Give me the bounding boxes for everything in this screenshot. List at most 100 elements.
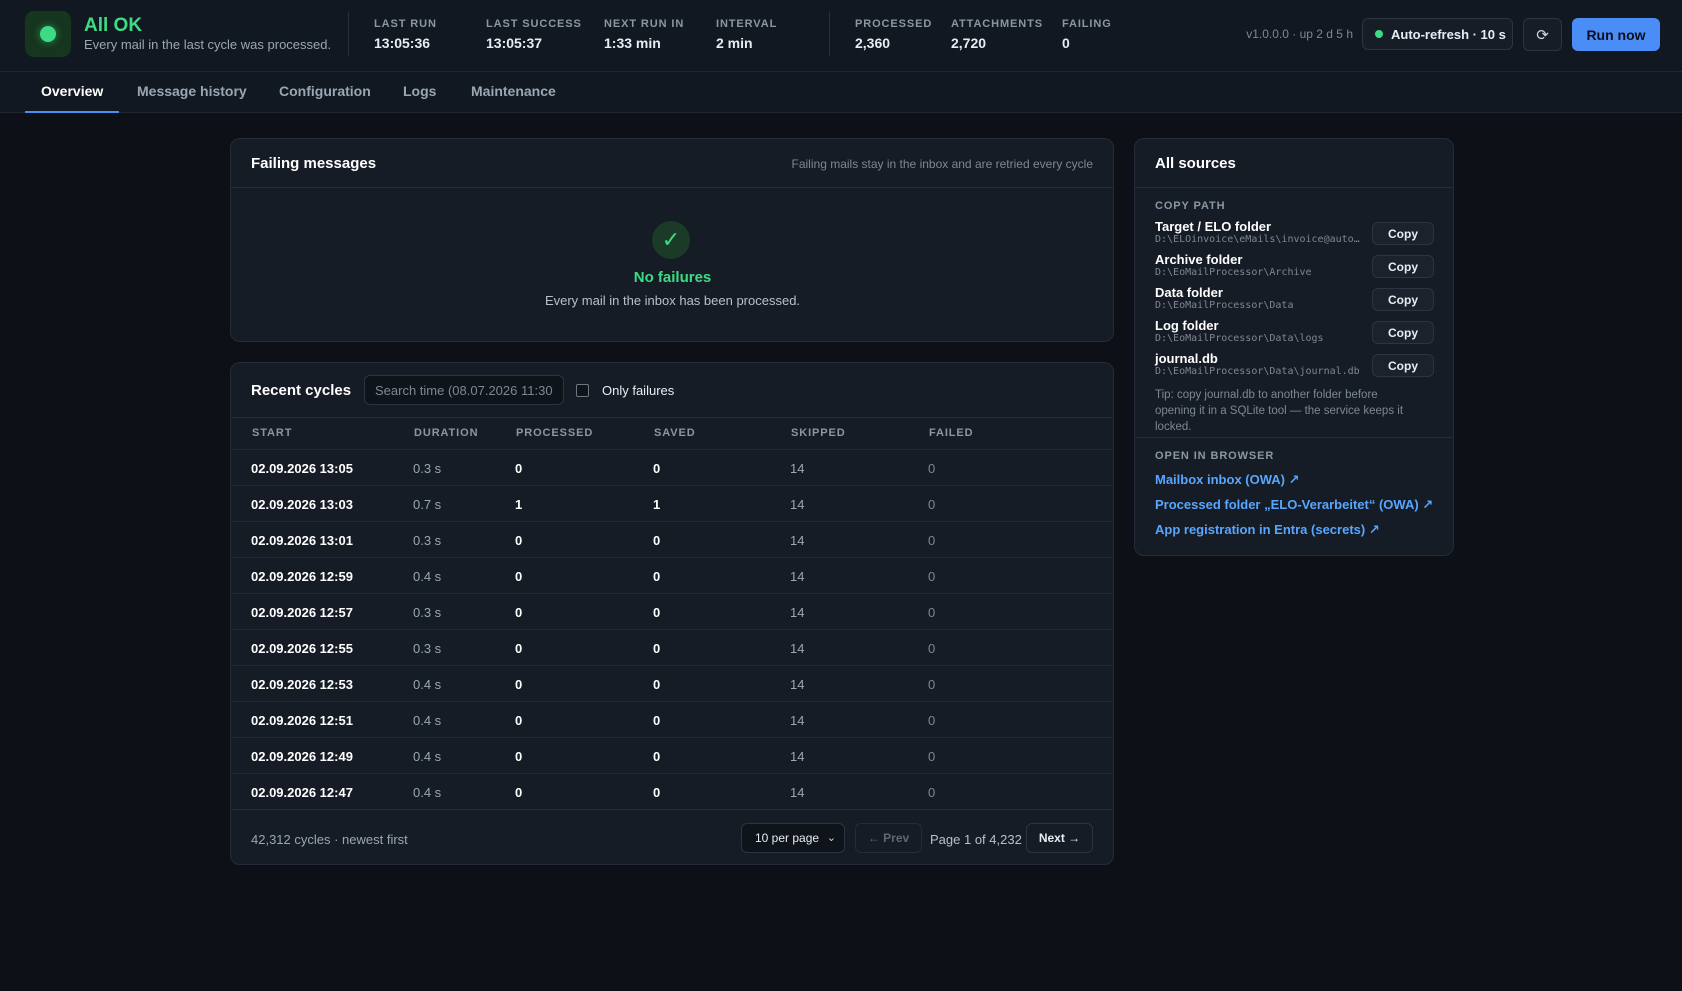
table-row[interactable]: 02.09.2026 13:05 0.3 s 0 0 14 0 — [231, 449, 1112, 485]
cell-processed: 0 — [515, 641, 523, 656]
copy-path-section-label: COPY PATH — [1155, 200, 1226, 212]
link-processed-folder[interactable]: Processed folder „ELO-Verarbeitet“ (OWA)… — [1155, 497, 1433, 513]
per-page-select[interactable]: 10 per page ⌄ — [741, 823, 845, 853]
column-header-processed: PROCESSED — [516, 427, 594, 439]
table-row[interactable]: 02.09.2026 12:53 0.4 s 0 0 14 0 — [231, 665, 1112, 701]
cell-saved: 0 — [653, 569, 661, 584]
cell-skipped: 14 — [790, 533, 805, 548]
cell-failed: 0 — [928, 461, 936, 476]
tab-message-history[interactable]: Message history — [121, 72, 263, 113]
cell-duration: 0.7 s — [413, 497, 442, 512]
table-row[interactable]: 02.09.2026 12:59 0.4 s 0 0 14 0 — [231, 557, 1112, 593]
source-path: D:\EoMailProcessor\Archive — [1155, 267, 1312, 278]
failing-messages-card: Failing messages Failing mails stay in t… — [230, 138, 1114, 342]
stat-label: LAST SUCCESS — [486, 18, 582, 30]
cell-skipped: 14 — [790, 641, 805, 656]
cell-saved: 0 — [653, 641, 661, 656]
cell-duration: 0.4 s — [413, 785, 442, 800]
next-page-button[interactable]: Next → — [1026, 823, 1093, 853]
tab-configuration[interactable]: Configuration — [263, 72, 387, 113]
chevron-down-icon: ⌄ — [826, 832, 836, 844]
copy-button[interactable]: Copy — [1372, 222, 1434, 245]
cell-failed: 0 — [928, 749, 936, 764]
source-path: D:\EoMailProcessor\Data — [1155, 300, 1294, 311]
tab-logs[interactable]: Logs — [387, 72, 452, 113]
cell-processed: 0 — [515, 677, 523, 692]
card-divider — [1135, 187, 1453, 188]
cell-skipped: 14 — [790, 749, 805, 764]
cell-start: 02.09.2026 12:53 — [251, 677, 353, 692]
cell-saved: 0 — [653, 713, 661, 728]
cell-failed: 0 — [928, 641, 936, 656]
stat-value: 2 min — [716, 35, 753, 51]
empty-state-title: No failures — [633, 269, 712, 286]
table-row[interactable]: 02.09.2026 12:49 0.4 s 0 0 14 0 — [231, 737, 1112, 773]
cell-failed: 0 — [928, 497, 936, 512]
cell-failed: 0 — [928, 569, 936, 584]
recent-cycles-card: Recent cycles Only failures START DURATI… — [230, 362, 1114, 865]
column-header-duration: DURATION — [414, 427, 479, 439]
cell-start: 02.09.2026 13:01 — [251, 533, 353, 548]
stat-value: 0 — [1062, 35, 1070, 51]
cell-processed: 0 — [515, 785, 523, 800]
header-divider — [348, 12, 349, 56]
tab-overview[interactable]: Overview — [25, 72, 120, 113]
cell-processed: 0 — [515, 461, 523, 476]
copy-button[interactable]: Copy — [1372, 354, 1434, 377]
link-app-registration[interactable]: App registration in Entra (secrets) ↗ — [1155, 522, 1380, 538]
status-title: All OK — [84, 15, 143, 36]
cell-failed: 0 — [928, 677, 936, 692]
prev-page-button[interactable]: ← Prev — [855, 823, 922, 853]
cell-skipped: 14 — [790, 785, 805, 800]
recent-cycles-title: Recent cycles — [251, 382, 352, 399]
tab-maintenance[interactable]: Maintenance — [455, 72, 572, 113]
cell-saved: 0 — [653, 461, 661, 476]
cell-processed: 0 — [515, 605, 523, 620]
link-mailbox-inbox[interactable]: Mailbox inbox (OWA) ↗ — [1155, 472, 1300, 488]
success-check-icon: ✓ — [652, 221, 690, 259]
table-row[interactable]: 02.09.2026 13:03 0.7 s 1 1 14 0 — [231, 485, 1112, 521]
stat-next-run: NEXT RUN IN 1:33 min — [604, 18, 684, 51]
cell-failed: 0 — [928, 785, 936, 800]
card-divider — [1135, 437, 1453, 438]
stat-value: 13:05:37 — [486, 35, 543, 51]
cell-processed: 0 — [515, 713, 523, 728]
stat-value: 13:05:36 — [374, 35, 431, 51]
auto-refresh-label: Auto-refresh · 10 s — [1391, 26, 1506, 42]
stat-label: NEXT RUN IN — [604, 18, 685, 30]
cycles-summary: 42,312 cycles · newest first — [251, 832, 408, 847]
copy-button[interactable]: Copy — [1372, 255, 1434, 278]
open-in-browser-section-label: OPEN IN BROWSER — [1155, 450, 1275, 462]
cycle-search-input[interactable] — [364, 375, 564, 405]
copy-button[interactable]: Copy — [1372, 288, 1434, 311]
source-name: journal.db — [1155, 351, 1218, 366]
table-row[interactable]: 02.09.2026 12:55 0.3 s 0 0 14 0 — [231, 629, 1112, 665]
cell-duration: 0.4 s — [413, 749, 442, 764]
cell-saved: 1 — [653, 497, 661, 512]
auto-refresh-toggle[interactable]: Auto-refresh · 10 s — [1362, 18, 1513, 50]
empty-state-subtitle: Every mail in the inbox has been process… — [544, 293, 801, 308]
cell-processed: 0 — [515, 749, 523, 764]
version-info: v1.0.0.0 · up 2 d 5 h — [1246, 27, 1353, 41]
tab-bar: Overview Message history Configuration L… — [0, 72, 1682, 113]
stat-label: ATTACHMENTS — [951, 18, 1043, 30]
card-divider — [231, 187, 1113, 188]
card-divider — [231, 417, 1113, 418]
table-row[interactable]: 02.09.2026 12:47 0.4 s 0 0 14 0 — [231, 773, 1112, 809]
table-row[interactable]: 02.09.2026 12:57 0.3 s 0 0 14 0 — [231, 593, 1112, 629]
only-failures-checkbox[interactable] — [576, 384, 589, 397]
cell-skipped: 14 — [790, 461, 805, 476]
run-now-button[interactable]: Run now — [1572, 18, 1660, 51]
cell-saved: 0 — [653, 677, 661, 692]
cell-duration: 0.4 s — [413, 713, 442, 728]
copy-button[interactable]: Copy — [1372, 321, 1434, 344]
stat-value: 2,720 — [951, 35, 987, 51]
table-row[interactable]: 02.09.2026 13:01 0.3 s 0 0 14 0 — [231, 521, 1112, 557]
table-row[interactable]: 02.09.2026 12:51 0.4 s 0 0 14 0 — [231, 701, 1112, 737]
stat-label: INTERVAL — [716, 18, 778, 30]
refresh-button[interactable]: ⟳ — [1523, 18, 1562, 51]
cell-processed: 0 — [515, 533, 523, 548]
stat-value: 1:33 min — [604, 35, 661, 51]
cell-saved: 0 — [653, 749, 661, 764]
failing-messages-hint: Failing mails stay in the inbox and are … — [791, 157, 1093, 171]
